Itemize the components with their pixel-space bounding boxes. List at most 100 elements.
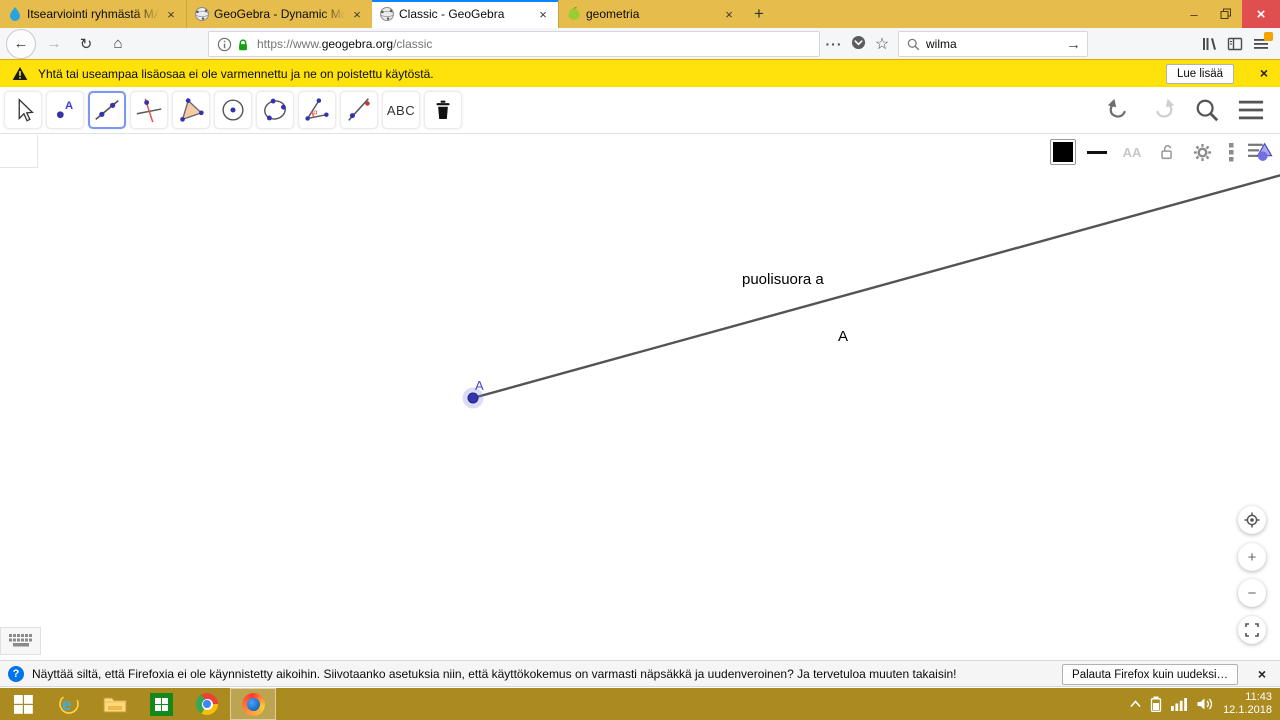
new-tab-button[interactable]: + — [744, 0, 774, 28]
ray-name-text[interactable]: puolisuora a — [742, 271, 824, 288]
main-menu-icon[interactable] — [1238, 99, 1264, 121]
line-style-button[interactable] — [1083, 138, 1111, 166]
addon-warning-bar: Yhtä tai useampaa lisäosaa ei ole varmen… — [0, 60, 1280, 87]
refresh-firefox-button[interactable]: Palauta Firefox kuin uudeksi… — [1062, 664, 1238, 685]
tool-circle-center[interactable] — [214, 91, 252, 129]
start-button[interactable] — [0, 688, 46, 720]
tab-close-icon[interactable]: × — [163, 7, 179, 22]
move-cursor-icon — [8, 95, 38, 125]
window-controls: – × — [1178, 0, 1280, 28]
help-icon: ? — [8, 666, 24, 682]
lock-object-button[interactable] — [1153, 138, 1181, 166]
point-A-label: A — [475, 378, 484, 393]
windows-store-button[interactable] — [138, 688, 184, 720]
forward-button[interactable]: → — [40, 30, 68, 58]
tool-text[interactable]: ABC — [382, 91, 420, 129]
url-bar[interactable]: https://www.geogebra.org/classic — [208, 31, 820, 57]
tab-close-icon[interactable]: × — [535, 7, 551, 22]
search-go-icon[interactable]: → — [1066, 36, 1081, 53]
fullscreen-button[interactable] — [1238, 616, 1266, 644]
tool-perpendicular-line[interactable] — [130, 91, 168, 129]
tool-line[interactable] — [88, 91, 126, 129]
tool-polygon[interactable] — [172, 91, 210, 129]
more-options-button[interactable] — [1223, 138, 1239, 166]
point-A[interactable] — [468, 393, 478, 403]
settings-button[interactable] — [1188, 138, 1216, 166]
chrome-button[interactable] — [184, 688, 230, 720]
clock-date: 12.1.2018 — [1223, 704, 1272, 717]
library-icon[interactable] — [1196, 31, 1222, 57]
construction-drawing — [0, 134, 1280, 660]
taskbar-clock[interactable]: 11:43 12.1.2018 — [1223, 691, 1272, 717]
pocket-icon[interactable] — [846, 35, 870, 53]
search-input-value[interactable]: wilma — [926, 37, 957, 51]
geogebra-toolbar: A α ABC — [0, 87, 1280, 134]
tab-geometria[interactable]: geometria × — [558, 0, 744, 28]
tool-delete[interactable] — [424, 91, 462, 129]
close-button[interactable]: × — [1242, 0, 1280, 28]
tool-reflect[interactable] — [340, 91, 378, 129]
tab-geogebra-home[interactable]: GeoGebra - Dynamic Mathema × — [186, 0, 372, 28]
geogebra-icon — [379, 6, 395, 22]
ray-a[interactable] — [473, 174, 1280, 398]
volume-icon[interactable] — [1197, 697, 1214, 711]
reload-button[interactable]: ↻ — [72, 30, 100, 58]
tab-close-icon[interactable]: × — [721, 7, 737, 22]
undo-icon[interactable] — [1106, 97, 1132, 123]
network-signal-icon[interactable] — [1171, 697, 1188, 711]
text-label-A[interactable]: A — [838, 328, 848, 345]
battery-icon[interactable] — [1150, 696, 1162, 712]
bookmark-star-icon[interactable]: ☆ — [870, 34, 894, 54]
learn-more-button[interactable]: Lue lisää — [1166, 64, 1234, 84]
unlock-icon — [1158, 143, 1176, 161]
folder-icon — [103, 694, 127, 714]
url-path: /classic — [393, 37, 432, 51]
style-bar-toggle-button[interactable] — [1246, 138, 1274, 166]
virtual-keyboard-button[interactable] — [0, 627, 41, 655]
tab-classic-geogebra-active[interactable]: Classic - GeoGebra × — [372, 0, 558, 28]
warning-close-icon[interactable]: × — [1260, 65, 1268, 81]
firefox-icon — [242, 693, 265, 716]
sidebars-icon[interactable] — [1222, 31, 1248, 57]
geogebra-graphics-view[interactable]: A puolisuora a A + − — [0, 134, 1280, 660]
home-target-icon — [1244, 512, 1260, 528]
zoom-in-button[interactable]: + — [1238, 543, 1266, 571]
label-style-button[interactable]: AA — [1118, 138, 1146, 166]
color-swatch-button[interactable] — [1050, 139, 1076, 165]
browser-tab-strip: Itsearviointi ryhmästä MA02 - W × GeoGeb… — [0, 0, 1280, 28]
standard-view-button[interactable] — [1238, 506, 1266, 534]
geometry-green-icon — [566, 6, 582, 22]
file-explorer-button[interactable] — [92, 688, 138, 720]
minimize-button[interactable]: – — [1178, 0, 1210, 28]
restore-button[interactable] — [1210, 0, 1242, 28]
firefox-button-active[interactable] — [230, 688, 276, 720]
clock-time: 11:43 — [1223, 691, 1272, 704]
hidden-icons-chevron[interactable] — [1130, 700, 1141, 708]
redo-icon[interactable] — [1150, 97, 1176, 123]
page-actions-menu-icon[interactable]: ··· — [822, 36, 846, 52]
view-corner-handle[interactable] — [0, 135, 38, 168]
notification-close-icon[interactable]: × — [1258, 666, 1266, 682]
current-color-black — [1053, 142, 1073, 162]
tool-conic-through-points[interactable] — [256, 91, 294, 129]
perpendicular-line-icon — [134, 95, 164, 125]
zoom-out-button[interactable]: − — [1238, 579, 1266, 607]
tab-wilma[interactable]: Itsearviointi ryhmästä MA02 - W × — [0, 0, 186, 28]
trash-icon — [430, 97, 456, 123]
tab-title: Classic - GeoGebra — [399, 7, 531, 21]
search-box[interactable]: wilma → — [898, 31, 1088, 57]
search-icon[interactable] — [1194, 97, 1220, 123]
menu-hamburger-icon[interactable] — [1248, 31, 1274, 57]
svg-text:e: e — [62, 695, 71, 714]
home-button[interactable]: ⌂ — [104, 30, 132, 58]
keyboard-icon — [8, 633, 34, 649]
geogebra-toolbar-right — [1106, 97, 1264, 123]
internet-explorer-button[interactable]: e — [46, 688, 92, 720]
tool-angle[interactable]: α — [298, 91, 336, 129]
graphics-style-bar: AA — [1050, 137, 1274, 167]
tab-close-icon[interactable]: × — [349, 7, 365, 22]
tool-move[interactable] — [4, 91, 42, 129]
page-info-icon[interactable] — [217, 37, 232, 52]
tool-point[interactable]: A — [46, 91, 84, 129]
back-button[interactable]: ← — [6, 29, 36, 59]
